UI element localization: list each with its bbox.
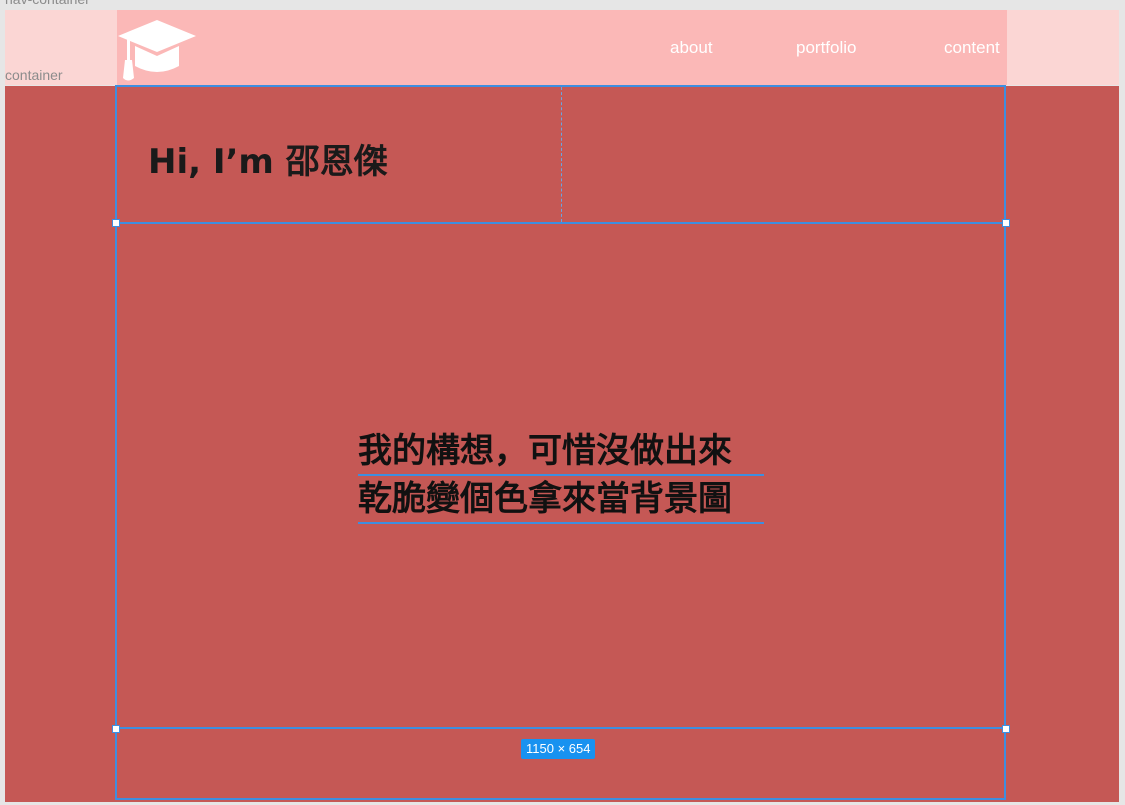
nav-link-content[interactable]: content	[944, 38, 1000, 58]
center-text-block[interactable]: 我的構想，可惜沒做出來 乾脆變個色拿來當背景圖	[358, 428, 768, 524]
column-divider-guide	[561, 87, 562, 222]
center-text-line: 乾脆變個色拿來當背景圖	[358, 476, 764, 524]
resize-handle-top-right[interactable]	[1002, 219, 1010, 227]
nav-container-frame-label[interactable]: nav-container	[5, 0, 90, 7]
hero-title: Hi, I’m 邵恩傑	[148, 142, 388, 182]
nav-link-portfolio[interactable]: portfolio	[796, 38, 856, 58]
graduation-cap-icon[interactable]	[117, 16, 197, 84]
container-frame-label[interactable]: container	[5, 67, 63, 83]
center-text-line: 我的構想，可惜沒做出來	[358, 428, 764, 476]
nav-link-about[interactable]: about	[670, 38, 713, 58]
resize-handle-bottom-right[interactable]	[1002, 725, 1010, 733]
nav-container-frame[interactable]: about portfolio content	[5, 10, 1119, 85]
resize-handle-bottom-left[interactable]	[112, 725, 120, 733]
nav-bar[interactable]: about portfolio content	[117, 10, 1007, 85]
dimension-badge: 1150 × 654	[521, 739, 596, 759]
resize-handle-top-left[interactable]	[112, 219, 120, 227]
